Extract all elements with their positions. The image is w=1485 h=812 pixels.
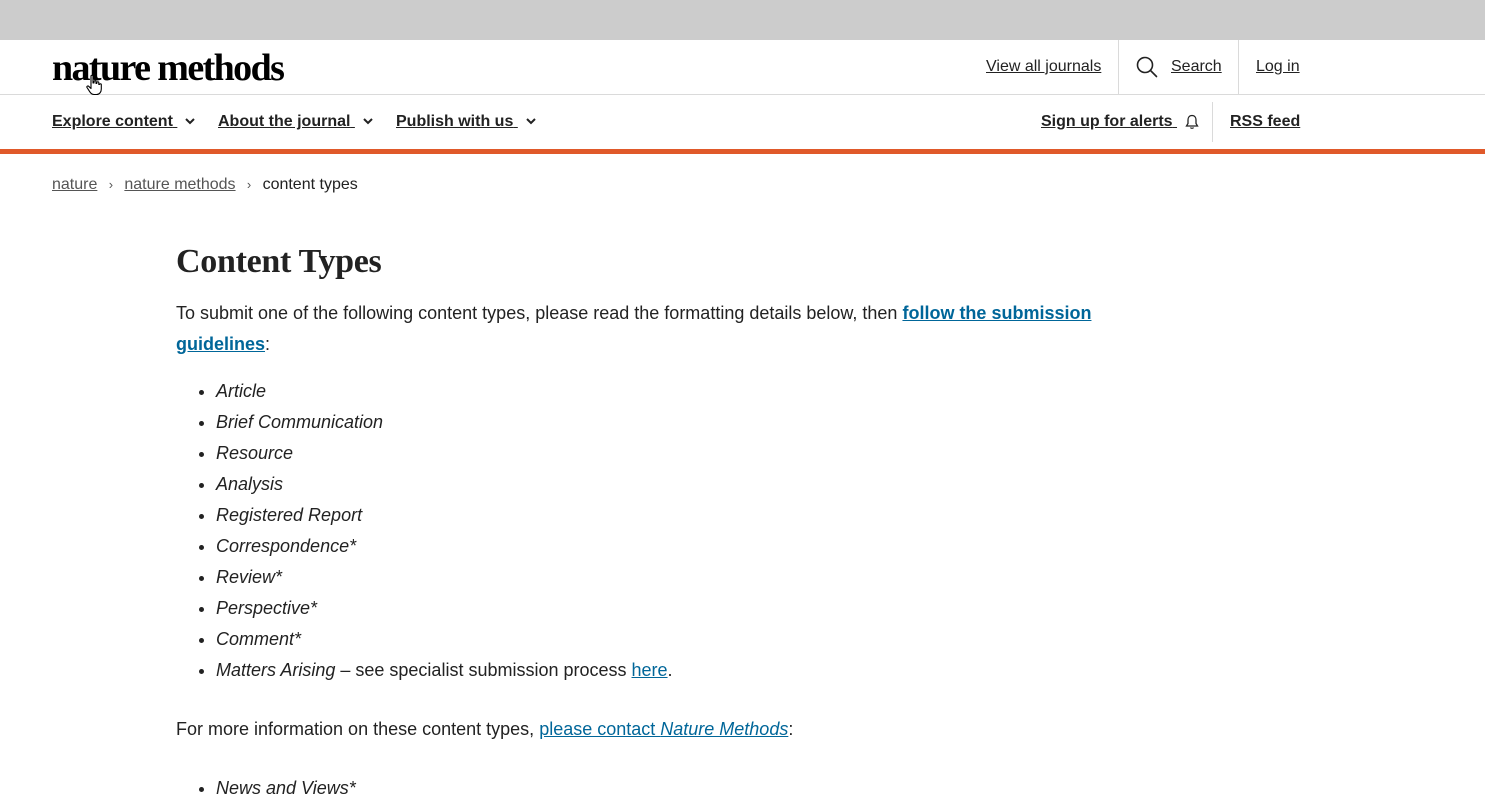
contact-types-list: News and Views* <box>176 773 1116 804</box>
intro-end: : <box>265 334 271 354</box>
more-info-end: : <box>788 719 794 739</box>
site-header: nature methods View all journals Search … <box>0 40 1485 95</box>
search-icon[interactable] <box>1136 56 1158 78</box>
nav-item-label: Publish with us <box>396 113 514 130</box>
contact-nature-methods-link[interactable]: please contact Nature Methods <box>539 719 788 739</box>
more-info-paragraph: For more information on these content ty… <box>176 714 1116 745</box>
nav-explore-content[interactable]: Explore content <box>52 95 196 149</box>
breadcrumb-current: content types <box>262 176 358 193</box>
sign-up-alerts-link[interactable]: Sign up for alerts <box>1041 95 1199 149</box>
list-item: Article <box>216 376 1116 407</box>
browser-top-bar <box>0 0 1485 40</box>
matters-arising-end: . <box>667 660 673 680</box>
header-divider <box>1238 40 1239 94</box>
search-link[interactable]: Search <box>1171 40 1222 94</box>
list-item: Correspondence* <box>216 531 1116 562</box>
alerts-label: Sign up for alerts <box>1041 113 1173 130</box>
matters-arising-text: – see specialist submission process <box>335 660 632 680</box>
list-item: Analysis <box>216 469 1116 500</box>
intro-paragraph: To submit one of the following content t… <box>176 298 1116 360</box>
nav-item-label: About the journal <box>218 113 351 130</box>
rss-feed-link[interactable]: RSS feed <box>1230 95 1300 149</box>
intro-text: To submit one of the following content t… <box>176 303 903 323</box>
view-all-journals-link[interactable]: View all journals <box>986 40 1101 94</box>
breadcrumb-nature[interactable]: nature <box>52 176 97 193</box>
matters-arising-here-link[interactable]: here <box>632 660 668 680</box>
content-types-list: Article Brief Communication Resource Ana… <box>176 376 1116 686</box>
contact-link-text: please contact <box>539 719 661 739</box>
contact-link-journal: Nature Methods <box>660 719 789 739</box>
list-item: Registered Report <box>216 500 1116 531</box>
nav-publish-with-us[interactable]: Publish with us <box>396 95 536 149</box>
list-item: Perspective* <box>216 593 1116 624</box>
list-item: Resource <box>216 438 1116 469</box>
matters-arising-label: Matters Arising <box>216 660 336 680</box>
accent-bar <box>0 149 1485 154</box>
bell-icon <box>1185 114 1199 129</box>
nav-about-journal[interactable]: About the journal <box>218 95 373 149</box>
main-content: Content Types To submit one of the follo… <box>176 236 1116 804</box>
main-nav: Explore content About the journal Publis… <box>0 95 1485 149</box>
hand-cursor-icon <box>86 74 102 96</box>
nav-item-label: Explore content <box>52 113 173 130</box>
breadcrumb: nature › nature methods › content types <box>52 174 358 196</box>
list-item: News and Views* <box>216 773 1116 804</box>
breadcrumb-nature-methods[interactable]: nature methods <box>124 176 235 193</box>
list-item: Brief Communication <box>216 407 1116 438</box>
list-item: Comment* <box>216 624 1116 655</box>
chevron-down-icon <box>526 118 536 125</box>
chevron-right-icon: › <box>246 177 252 192</box>
list-item-matters-arising: Matters Arising – see specialist submiss… <box>216 655 1116 686</box>
more-info-text: For more information on these content ty… <box>176 719 540 739</box>
page-title: Content Types <box>176 243 382 280</box>
chevron-down-icon <box>363 118 373 125</box>
nav-divider <box>1212 102 1213 142</box>
list-item: Review* <box>216 562 1116 593</box>
login-link[interactable]: Log in <box>1256 40 1300 94</box>
chevron-right-icon: › <box>108 177 114 192</box>
header-divider <box>1118 40 1119 94</box>
chevron-down-icon <box>185 118 196 125</box>
